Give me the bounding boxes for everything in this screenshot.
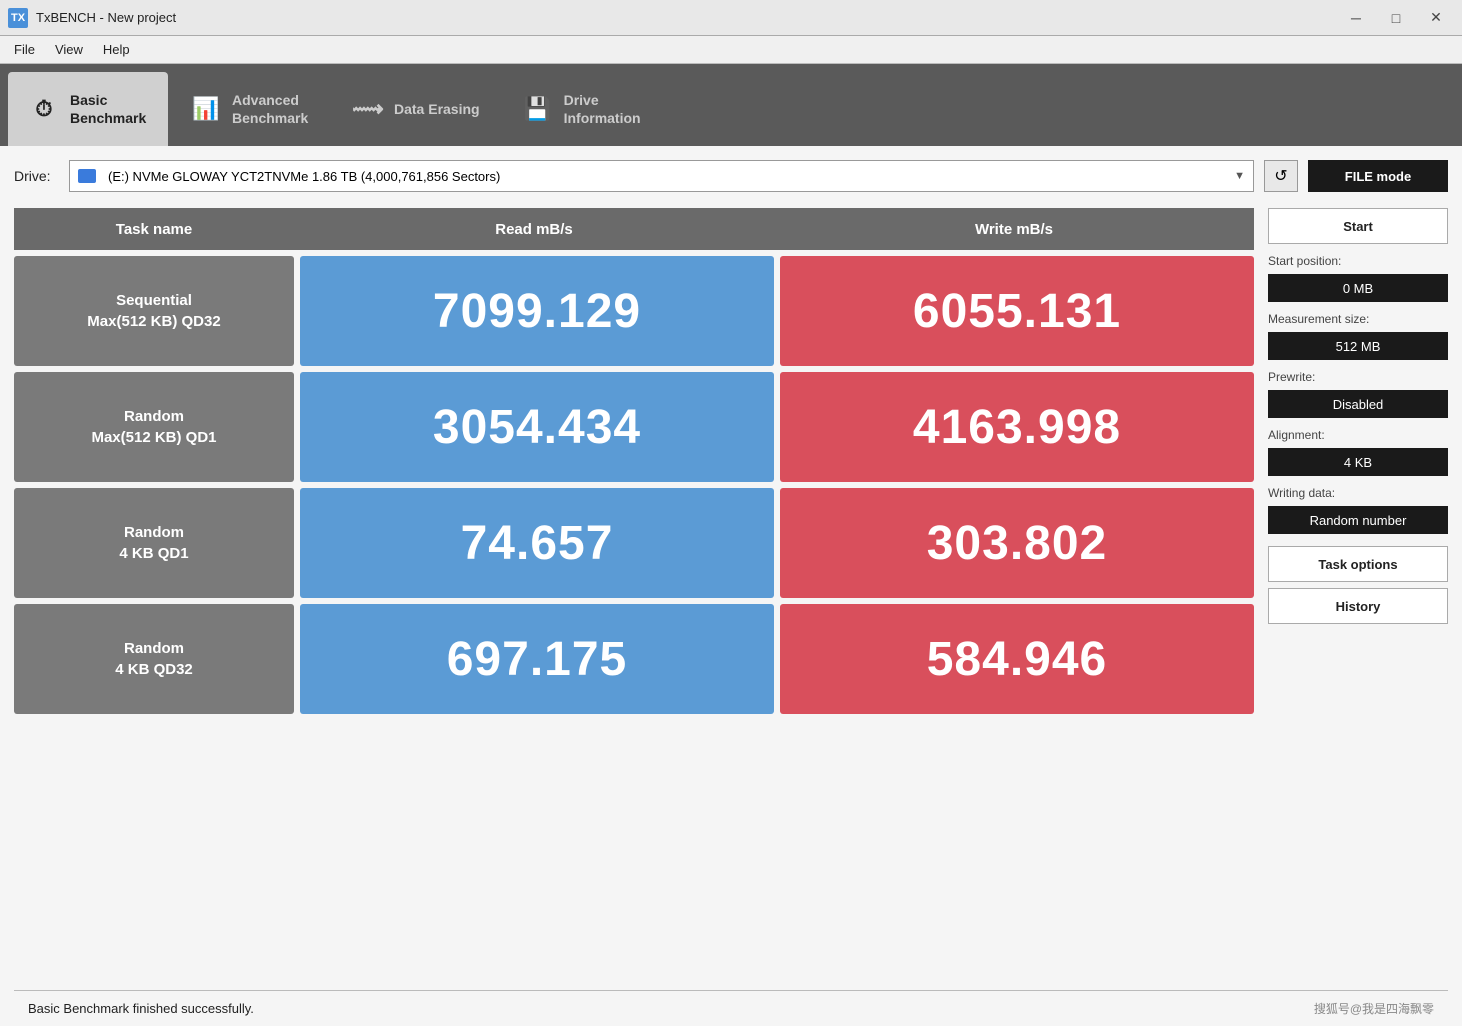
read-value-1: 3054.434 [433, 400, 641, 455]
tab-advanced-benchmark-label: AdvancedBenchmark [232, 91, 308, 127]
title-bar: TX TxBENCH - New project ─ □ ✕ [0, 0, 1462, 36]
app-icon: TX [8, 8, 28, 28]
refresh-button[interactable]: ↺ [1264, 160, 1298, 192]
menu-file[interactable]: File [4, 40, 45, 59]
drive-select-text: (E:) NVMe GLOWAY YCT2TNVMe 1.86 TB (4,00… [108, 169, 1226, 184]
write-value-1: 4163.998 [913, 400, 1121, 455]
write-value-3: 584.946 [927, 632, 1108, 687]
row-label-1: RandomMax(512 KB) QD1 [14, 372, 294, 482]
writing-data-value: Random number [1268, 506, 1448, 534]
tab-basic-benchmark-label: BasicBenchmark [70, 91, 146, 127]
minimize-button[interactable]: ─ [1338, 4, 1374, 32]
basic-benchmark-icon: ⏱ [28, 93, 60, 125]
content-area: Task name Read mB/s Write mB/s Sequentia… [14, 208, 1448, 980]
drive-label: Drive: [14, 168, 59, 184]
advanced-benchmark-icon: 📊 [190, 93, 222, 125]
table-row: SequentialMax(512 KB) QD32 7099.129 6055… [14, 256, 1254, 366]
row-write-1: 4163.998 [780, 372, 1254, 482]
menu-bar: File View Help [0, 36, 1462, 64]
row-write-0: 6055.131 [780, 256, 1254, 366]
alignment-value: 4 KB [1268, 448, 1448, 476]
row-read-3: 697.175 [300, 604, 774, 714]
row-read-0: 7099.129 [300, 256, 774, 366]
drive-selector[interactable]: (E:) NVMe GLOWAY YCT2TNVMe 1.86 TB (4,00… [69, 160, 1254, 192]
menu-view[interactable]: View [45, 40, 93, 59]
tab-bar: ⏱ BasicBenchmark 📊 AdvancedBenchmark ⟿ D… [0, 64, 1462, 146]
tab-advanced-benchmark[interactable]: 📊 AdvancedBenchmark [170, 72, 330, 146]
read-value-3: 697.175 [447, 632, 628, 687]
col-write: Write mB/s [774, 221, 1254, 238]
table-row: Random4 KB QD1 74.657 303.802 [14, 488, 1254, 598]
status-text: Basic Benchmark finished successfully. [28, 1001, 254, 1016]
prewrite-value: Disabled [1268, 390, 1448, 418]
watermark-text: 搜狐号@我是四海飘零 [1314, 1000, 1434, 1017]
tab-basic-benchmark[interactable]: ⏱ BasicBenchmark [8, 72, 168, 146]
col-read: Read mB/s [294, 221, 774, 238]
tab-data-erasing[interactable]: ⟿ Data Erasing [332, 72, 500, 146]
row-label-3: Random4 KB QD32 [14, 604, 294, 714]
write-value-2: 303.802 [927, 516, 1108, 571]
col-task-name: Task name [14, 221, 294, 238]
status-bar: Basic Benchmark finished successfully. 搜… [14, 990, 1448, 1026]
measurement-size-label: Measurement size: [1268, 312, 1448, 326]
table-header: Task name Read mB/s Write mB/s [14, 208, 1254, 250]
drive-row: Drive: (E:) NVMe GLOWAY YCT2TNVMe 1.86 T… [14, 160, 1448, 192]
start-position-value: 0 MB [1268, 274, 1448, 302]
chevron-down-icon: ▼ [1234, 170, 1245, 182]
row-read-1: 3054.434 [300, 372, 774, 482]
row-write-3: 584.946 [780, 604, 1254, 714]
tab-drive-information-label: DriveInformation [564, 91, 641, 127]
main-content: Drive: (E:) NVMe GLOWAY YCT2TNVMe 1.86 T… [0, 146, 1462, 1026]
tab-drive-information[interactable]: 💾 DriveInformation [502, 72, 662, 146]
start-button[interactable]: Start [1268, 208, 1448, 244]
start-position-label: Start position: [1268, 254, 1448, 268]
write-value-0: 6055.131 [913, 284, 1121, 339]
drive-information-icon: 💾 [522, 93, 554, 125]
maximize-button[interactable]: □ [1378, 4, 1414, 32]
file-mode-button[interactable]: FILE mode [1308, 160, 1448, 192]
row-label-0: SequentialMax(512 KB) QD32 [14, 256, 294, 366]
table-body: SequentialMax(512 KB) QD32 7099.129 6055… [14, 256, 1254, 714]
tab-data-erasing-label: Data Erasing [394, 100, 480, 118]
close-button[interactable]: ✕ [1418, 4, 1454, 32]
benchmark-table: Task name Read mB/s Write mB/s Sequentia… [14, 208, 1254, 980]
drive-icon [78, 169, 96, 183]
data-erasing-icon: ⟿ [352, 93, 384, 125]
window-title: TxBENCH - New project [36, 10, 176, 25]
table-row: RandomMax(512 KB) QD1 3054.434 4163.998 [14, 372, 1254, 482]
window-controls: ─ □ ✕ [1338, 4, 1454, 32]
menu-help[interactable]: Help [93, 40, 140, 59]
right-panel: Start Start position: 0 MB Measurement s… [1268, 208, 1448, 980]
row-label-2: Random4 KB QD1 [14, 488, 294, 598]
alignment-label: Alignment: [1268, 428, 1448, 442]
table-row: Random4 KB QD32 697.175 584.946 [14, 604, 1254, 714]
writing-data-label: Writing data: [1268, 486, 1448, 500]
row-write-2: 303.802 [780, 488, 1254, 598]
history-button[interactable]: History [1268, 588, 1448, 624]
row-read-2: 74.657 [300, 488, 774, 598]
read-value-0: 7099.129 [433, 284, 641, 339]
read-value-2: 74.657 [461, 516, 614, 571]
task-options-button[interactable]: Task options [1268, 546, 1448, 582]
prewrite-label: Prewrite: [1268, 370, 1448, 384]
measurement-size-value: 512 MB [1268, 332, 1448, 360]
